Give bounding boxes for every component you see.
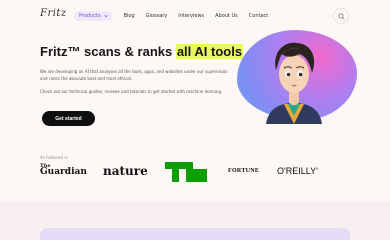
person-portrait-image — [266, 42, 322, 124]
nav-item-interviews[interactable]: Interviews — [178, 13, 204, 19]
hero-description-line-1: We are developing an AI that analyses al… — [40, 69, 228, 74]
nature-logo: nature — [103, 164, 148, 178]
techcrunch-logo — [165, 162, 207, 182]
nav-item-about-us[interactable]: About Us — [215, 13, 238, 19]
lower-section-card — [40, 228, 350, 240]
featured-label: As featured in — [40, 155, 68, 160]
hero-title-highlight: all AI tools — [175, 44, 244, 59]
search-icon — [337, 12, 345, 20]
hero-description-line-3: Check out our technical guides, reviews … — [40, 89, 223, 94]
nav-item-contact[interactable]: Contact — [249, 13, 268, 19]
nav-item-products-label: Products — [79, 13, 101, 19]
hero-title: Fritz™ scans & ranks all AI tools — [40, 44, 244, 59]
logo[interactable]: Fritz — [40, 8, 67, 19]
oreilly-logo-name: O'REILLY — [277, 166, 317, 176]
nav-item-products[interactable]: Products — [74, 11, 113, 21]
oreilly-logo: O'REILLY® — [277, 166, 318, 176]
nav-item-glossary[interactable]: Glossary — [146, 13, 168, 19]
chevron-down-icon — [103, 15, 108, 18]
page: Fritz Products Blog Glossary Interviews … — [0, 0, 390, 240]
nav-item-blog[interactable]: Blog — [124, 13, 135, 19]
main-nav: Products Blog Glossary Interviews About … — [74, 11, 279, 21]
fortune-logo: FORTUNE — [228, 168, 260, 174]
get-started-button[interactable]: Get started — [42, 111, 95, 126]
guardian-logo-name: Guardian — [40, 167, 87, 177]
hero-description-line-2: and ranks the absolute best and most eth… — [40, 76, 133, 81]
hero-title-prefix: Fritz™ scans & ranks — [40, 44, 176, 59]
search-button[interactable] — [333, 8, 349, 24]
guardian-logo: The Guardian — [40, 163, 87, 177]
oreilly-registered-mark: ® — [316, 167, 319, 171]
